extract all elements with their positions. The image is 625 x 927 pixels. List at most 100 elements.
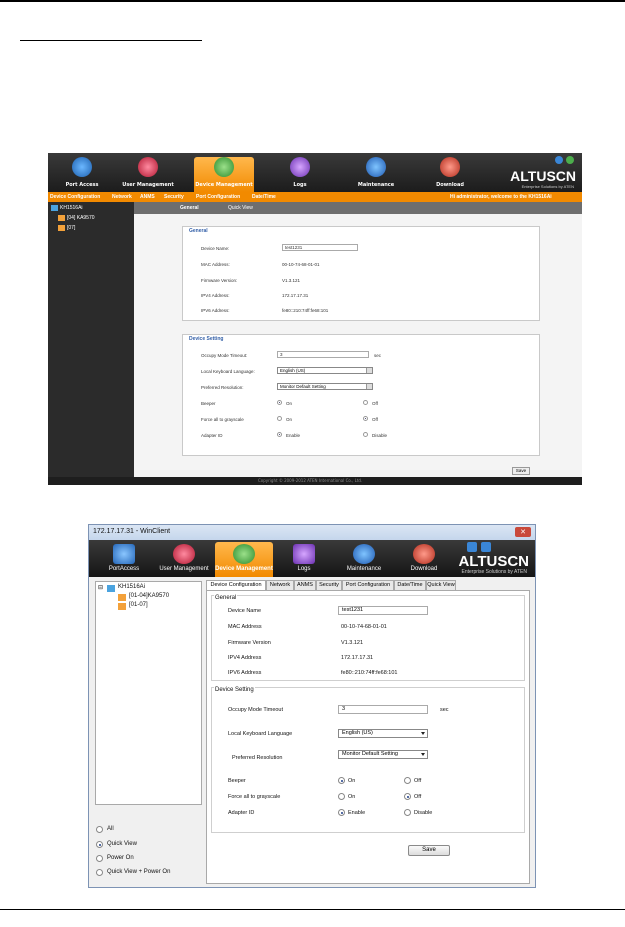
tab-date-time[interactable]: Date/Time: [394, 580, 426, 590]
tab-network[interactable]: Network: [266, 580, 294, 590]
tree-item-port-01-07[interactable]: [01-07]: [129, 602, 148, 608]
web-tab-maintenance[interactable]: Maintenance: [346, 157, 406, 191]
logout-icon[interactable]: [566, 156, 574, 164]
window-titlebar[interactable]: 172.17.17.31 - WinClient ✕: [89, 525, 535, 540]
occupy-timeout-input[interactable]: 3: [277, 351, 369, 358]
users-icon: [173, 544, 195, 564]
filter-power-on-radio[interactable]: [96, 855, 103, 862]
ipv6-value: fe80::210:74ff:fe68:101: [282, 308, 329, 313]
mac-value: 00-10-74-68-01-01: [282, 262, 320, 267]
grayscale-off-radio[interactable]: [404, 793, 411, 800]
win-tab-port-access[interactable]: PortAccess: [95, 542, 153, 577]
adapter-enable-radio[interactable]: [338, 809, 345, 816]
adapter-enable-radio[interactable]: [277, 432, 282, 437]
win-main-toolbar: PortAccess User Management Device Manage…: [89, 540, 535, 577]
win-tab-logs[interactable]: Logs: [275, 542, 333, 577]
filter-all-radio[interactable]: [96, 826, 103, 833]
win-device-tree: ⊟ KH1516Ai [01-04]KA9570 [01-07]: [95, 581, 202, 805]
web-subnav-port-configuration[interactable]: Port Configuration: [196, 194, 240, 200]
web-general-group: General Device Name: test1231 MAC Addres…: [182, 226, 540, 321]
occupy-timeout-input[interactable]: 3: [338, 705, 428, 714]
win-save-button[interactable]: Save: [408, 845, 450, 856]
monitor-icon: [72, 157, 92, 177]
info-icon[interactable]: [481, 542, 491, 552]
logo-tagline: Enterprise Solutions by ATEN: [521, 184, 574, 189]
win-tab-user-management[interactable]: User Management: [155, 542, 213, 577]
welcome-text: Hi administrator, welcome to the KH1516A…: [450, 194, 552, 200]
web-subnav-device-configuration[interactable]: Device Configuration: [50, 194, 100, 200]
keyboard-language-select[interactable]: English (US): [277, 367, 373, 374]
altuscn-logo: ALTUSCN: [510, 168, 576, 184]
chevron-down-icon: [421, 753, 425, 756]
keyboard-language-select[interactable]: English (US): [338, 729, 428, 738]
web-subnav-anms[interactable]: ANMS: [140, 194, 155, 200]
tree-item-root[interactable]: KH1516Ai: [118, 584, 145, 590]
kvm-device-icon: [51, 205, 58, 211]
logs-icon: [290, 157, 310, 177]
web-tab-download[interactable]: Download: [420, 157, 480, 191]
web-subnav-date-time[interactable]: Date/Time: [252, 194, 276, 200]
tree-item-port-01-04[interactable]: [01-04]KA9570: [129, 593, 169, 599]
chevron-down-icon: [366, 384, 372, 389]
port-icon: [58, 215, 65, 221]
web-device-setting-group: Device Setting Occupy Mode Timeout: 3 se…: [182, 334, 540, 456]
adapter-disable-radio[interactable]: [404, 809, 411, 816]
web-subnav-network[interactable]: Network: [112, 194, 132, 200]
beeper-off-radio[interactable]: [363, 400, 368, 405]
port-icon: [118, 594, 126, 601]
preferred-resolution-select[interactable]: Monitor Default Setting: [277, 383, 373, 390]
tree-item-port-07[interactable]: [07]: [67, 225, 75, 231]
firmware-value: V1.3.121: [341, 640, 364, 646]
help-icon[interactable]: [555, 156, 563, 164]
device-name-input[interactable]: test1231: [282, 244, 358, 251]
filter-quick-view-power-on-radio[interactable]: [96, 869, 103, 876]
close-icon[interactable]: ✕: [515, 527, 531, 537]
tab-port-configuration[interactable]: Port Configuration: [342, 580, 394, 590]
logo-tagline: Enterprise Solutions by ATEN: [461, 569, 528, 575]
win-config-panel: General Device Name test1231 MAC Address…: [206, 590, 530, 884]
beeper-off-radio[interactable]: [404, 777, 411, 784]
tab-quick-view[interactable]: Quick View: [426, 580, 456, 590]
download-icon: [413, 544, 435, 564]
logs-icon: [293, 544, 315, 564]
web-device-tree: KH1516Ai [04] KA9570 [07]: [48, 202, 134, 477]
maintenance-icon: [366, 157, 386, 177]
firmware-value: V1.3.121: [282, 278, 301, 283]
web-tab-port-access[interactable]: Port Access: [52, 157, 112, 191]
chevron-down-icon: [366, 368, 372, 373]
adapter-disable-radio[interactable]: [363, 432, 368, 437]
web-save-button[interactable]: Save: [512, 467, 530, 475]
beeper-on-radio[interactable]: [338, 777, 345, 784]
tree-item-port-04[interactable]: [04] KA9570: [67, 215, 95, 221]
web-subnav-security[interactable]: Security: [164, 194, 184, 200]
help-icon[interactable]: [467, 542, 477, 552]
tree-collapse-icon[interactable]: ⊟: [98, 584, 103, 591]
ipv4-value: 172.17.17.31: [341, 655, 374, 661]
ipv6-value: fe80::210:74ff:fe68:101: [341, 670, 398, 676]
preferred-resolution-select[interactable]: Monitor Default Setting: [338, 750, 428, 759]
tab-security[interactable]: Security: [316, 580, 342, 590]
port-icon: [58, 225, 65, 231]
grayscale-off-radio[interactable]: [363, 416, 368, 421]
device-name-input[interactable]: test1231: [338, 606, 428, 615]
tree-item-root[interactable]: KH1516Ai: [60, 205, 83, 211]
grayscale-on-radio[interactable]: [338, 793, 345, 800]
beeper-on-radio[interactable]: [277, 400, 282, 405]
copyright-text: Copyright © 2009-2012 ATEN International…: [258, 478, 363, 483]
web-content-area: General Device Name: test1231 MAC Addres…: [134, 214, 582, 477]
bottom-rule: [0, 909, 625, 910]
tab-anms[interactable]: ANMS: [294, 580, 316, 590]
web-tab-user-management[interactable]: User Management: [118, 157, 178, 191]
tab-general[interactable]: General: [180, 205, 199, 211]
win-tab-download[interactable]: Download: [395, 542, 453, 577]
tab-quick-view[interactable]: Quick View: [228, 205, 253, 211]
web-tab-logs[interactable]: Logs: [270, 157, 330, 191]
win-tab-device-management[interactable]: Device Management: [215, 542, 273, 577]
monitor-icon: [113, 544, 135, 564]
grayscale-on-radio[interactable]: [277, 416, 282, 421]
device-icon: [214, 157, 234, 177]
web-tab-device-management[interactable]: Device Management: [194, 157, 254, 192]
filter-quick-view-radio[interactable]: [96, 841, 103, 848]
win-tab-maintenance[interactable]: Maintenance: [335, 542, 393, 577]
mac-value: 00-10-74-68-01-01: [341, 624, 387, 630]
